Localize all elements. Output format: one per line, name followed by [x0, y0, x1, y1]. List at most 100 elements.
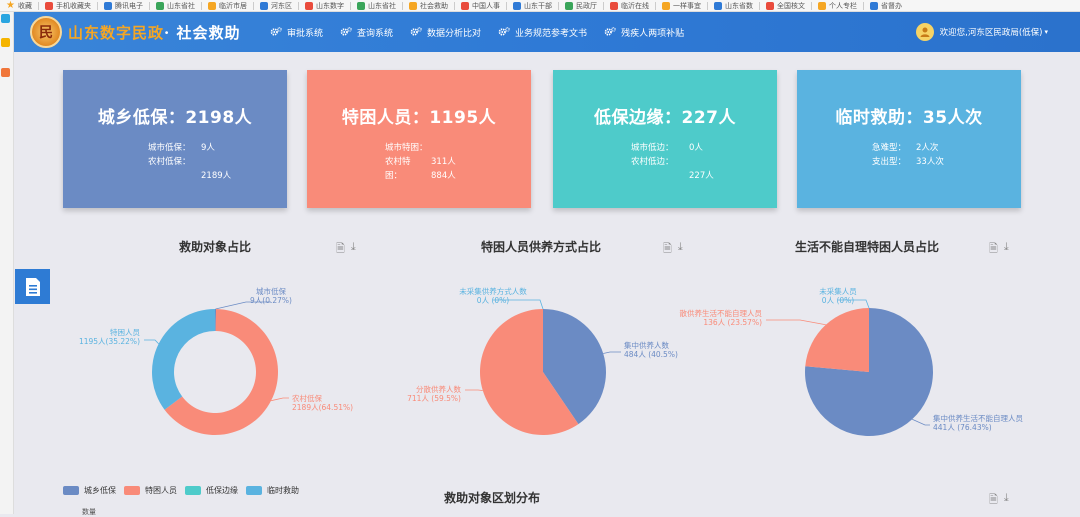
legend-label: 低保边缘: [206, 486, 238, 495]
bookmark-item[interactable]: 山东省数: [708, 0, 759, 11]
pie-slice[interactable]: [543, 309, 606, 425]
bookmark-label: 山东省数: [724, 1, 753, 10]
data-label: 集中供养人数: [624, 340, 669, 350]
bookmark-favicon-icon: [869, 1, 878, 10]
bookmark-item[interactable]: 临沂在线: [604, 0, 655, 11]
bookmark-favicon-icon: [103, 1, 112, 10]
card-line-label: 城市低保：: [148, 143, 191, 153]
download-icon[interactable]: ⤓: [1004, 240, 1009, 259]
bookmark-favicon-icon: [408, 1, 417, 10]
download-icon[interactable]: ⤓: [1004, 491, 1009, 510]
document-float-button[interactable]: [15, 269, 50, 304]
pie-slice[interactable]: [805, 308, 869, 372]
download-icon[interactable]: ⤓: [678, 240, 683, 259]
data-view-icon[interactable]: 🗎: [989, 240, 998, 259]
section-title-aid-ratio: 救助对象占比: [179, 240, 252, 254]
leader-line: [603, 351, 621, 354]
card-line-label: 农村低边：: [631, 157, 674, 167]
bookmark-label: 临沂市居: [218, 1, 247, 10]
card-dibao-edge[interactable]: 低保边缘：227人 城市低边： 0人 农村低边： 227人: [553, 70, 777, 208]
bookmark-label: 中国人事: [471, 1, 500, 10]
data-label-value: 441人 (76.43%): [933, 423, 992, 432]
leader-line: [838, 299, 870, 309]
pie-slice[interactable]: [805, 308, 933, 436]
bookmark-item[interactable]: 民政厅: [559, 0, 603, 11]
nav-item[interactable]: 业务规范参考文书: [498, 26, 587, 39]
bookmark-favicon-icon: [765, 1, 774, 10]
nav-item[interactable]: 查询系统: [340, 26, 393, 39]
bookmark-label: 民政厅: [575, 1, 597, 10]
nav-label: 数据分析比对: [427, 28, 482, 39]
chart-legend: 城乡低保 特困人员 低保边缘 临时救助: [63, 485, 307, 496]
bookmark-item[interactable]: 山东数字: [299, 0, 350, 11]
nav-item[interactable]: 数据分析比对: [410, 26, 481, 39]
bookmark-item[interactable]: 手机收藏夹: [39, 0, 97, 11]
bookmark-item[interactable]: 临沂市居: [202, 0, 253, 11]
pie-slice[interactable]: [215, 309, 217, 332]
bookmark-label: 山东省社: [367, 1, 396, 10]
bookmark-label: 省督办: [880, 1, 902, 10]
chevron-down-icon: ▾: [1044, 28, 1048, 36]
bookmark-item[interactable]: 省督办: [864, 0, 908, 11]
bookmark-item[interactable]: 山东省社: [351, 0, 402, 11]
card-tekun[interactable]: 特困人员：1195人 城市特困： 农村特 311人 困： 884人: [307, 70, 531, 208]
brand-subtitle: · 社会救助: [164, 24, 241, 42]
legend-label: 城乡低保: [84, 486, 116, 495]
pie-slice[interactable]: [164, 309, 278, 435]
bookmark-item[interactable]: 社会救助: [403, 0, 454, 11]
leader-line: [215, 301, 271, 310]
document-icon: [25, 277, 40, 296]
user-menu[interactable]: 欢迎您,河东区民政局(低保) ▾: [915, 12, 1048, 52]
card-line-label: 城市特困：: [385, 143, 428, 153]
bookmark-item[interactable]: ★ 收藏: [0, 0, 38, 11]
legend-item[interactable]: 特困人员: [124, 485, 177, 496]
data-view-icon[interactable]: 🗎: [663, 240, 672, 259]
card-line-label: 农村特: [385, 157, 411, 167]
nav-label: 查询系统: [357, 28, 394, 39]
card-urban-rural-dibao[interactable]: 城乡低保：2198人 城市低保： 9人 农村低保： 2189人: [63, 70, 287, 208]
bookmark-item[interactable]: 中国人事: [455, 0, 506, 11]
data-label: 未采集人员: [819, 286, 857, 296]
bookmark-item[interactable]: 山东干部: [507, 0, 558, 11]
bookmark-favicon-icon: [512, 1, 521, 10]
nav-item[interactable]: 残疾人两项补贴: [604, 26, 684, 39]
card-line-label: 支出型：: [872, 157, 907, 167]
bookmark-label: 山东数字: [315, 1, 344, 10]
bookmark-item[interactable]: 河东区: [254, 0, 298, 11]
bookmark-favicon-icon: [259, 1, 268, 10]
download-icon[interactable]: ⤓: [351, 240, 356, 259]
data-label: 特困人员: [110, 327, 140, 337]
data-view-icon[interactable]: 🗎: [989, 491, 998, 510]
card-temp-aid[interactable]: 临时救助：35人次 急难型： 2人次 支出型： 33人次: [797, 70, 1021, 208]
bookmark-favicon-icon: [661, 1, 670, 10]
pie-slice[interactable]: [152, 309, 215, 410]
sidebar-app-icon[interactable]: [1, 14, 10, 23]
nav-item[interactable]: 审批系统: [270, 26, 323, 39]
bookmark-label: 河东区: [270, 1, 292, 10]
bookmark-item[interactable]: 山东省社: [150, 0, 201, 11]
sidebar-app-icon[interactable]: [1, 38, 10, 47]
section-title-district: 救助对象区划分布: [444, 491, 541, 505]
bookmarks-bar: ★ 收藏 手机收藏夹 腾讯电子 山东省社 临沂市居 河东区 山东数字 山东省社 社会救助 中国人事 山…: [0, 0, 1080, 12]
gears-icon: [498, 27, 510, 36]
data-label: 集中供养生活不能自理人员: [933, 413, 1023, 423]
bookmark-item[interactable]: 全国核文: [760, 0, 811, 11]
data-view-icon[interactable]: 🗎: [336, 240, 345, 259]
pie-slice[interactable]: [480, 309, 579, 435]
avatar-icon: [915, 23, 934, 41]
bookmark-item[interactable]: 个人专栏: [812, 0, 863, 11]
sidebar-app-icon[interactable]: [1, 68, 10, 77]
gears-icon: [410, 27, 422, 36]
bookmark-item[interactable]: 一样事宜: [656, 0, 707, 11]
bookmark-favicon-icon: [564, 1, 573, 10]
data-label: 分散供养人数: [416, 384, 461, 394]
card-line-value: 2人次: [916, 143, 939, 153]
bookmark-item[interactable]: 腾讯电子: [98, 0, 149, 11]
legend-item[interactable]: 城乡低保: [63, 485, 116, 496]
legend-item[interactable]: 临时救助: [246, 485, 299, 496]
gears-icon: [604, 27, 616, 36]
legend-label: 临时救助: [267, 486, 299, 495]
user-greeting: 欢迎您,河东区民政局(低保): [939, 28, 1043, 38]
card-title: 城乡低保：2198人: [97, 108, 253, 128]
legend-item[interactable]: 低保边缘: [185, 485, 238, 496]
